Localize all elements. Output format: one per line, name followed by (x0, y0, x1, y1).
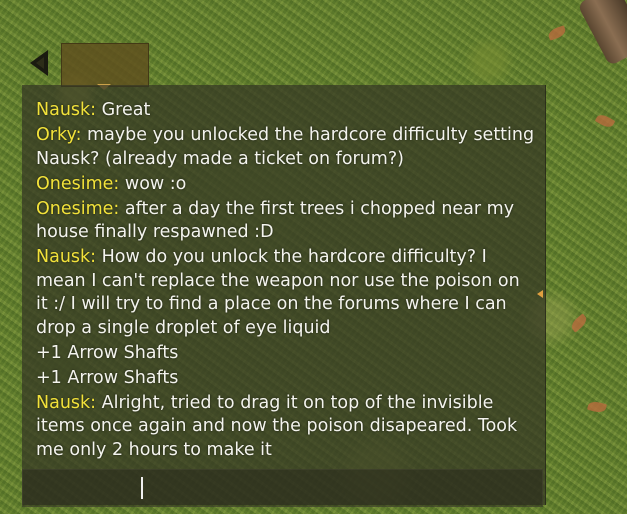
chat-sender-name: Onesime: (36, 198, 120, 219)
chat-message-text: Great (96, 100, 151, 120)
chat-sender-name: Orky: (36, 125, 82, 145)
chat-message-text: +1 Arrow Shafts (36, 367, 179, 388)
chat-message: Nausk: Alright, tried to drag it on top … (36, 392, 536, 463)
tree-trunk (577, 0, 627, 67)
chat-message-text: wow :o (119, 173, 187, 194)
chat-message: +1 Arrow Shafts (36, 342, 536, 366)
chat-message: Orky: maybe you unlocked the hardcore di… (36, 124, 536, 171)
chat-sender-name: Onesime: (36, 173, 120, 194)
chat-message-text: maybe you unlocked the hardcore difficul… (36, 125, 535, 169)
back-arrow-inner (36, 57, 44, 69)
chat-message: Nausk: How do you unlock the hardcore di… (36, 246, 536, 340)
chat-input-field[interactable] (22, 469, 543, 507)
chat-message-text: Alright, tried to drag it on top of the … (36, 392, 518, 460)
chat-message: Nausk: Great (36, 99, 536, 123)
leaf-decoration (546, 25, 568, 41)
chat-message-list: Nausk: Great Orky: maybe you unlocked the… (36, 99, 536, 464)
chat-message: Onesime: after a day the first trees i c… (36, 198, 536, 245)
leaf-decoration (587, 399, 607, 415)
chat-message-text: How do you unlock the hardcore difficult… (36, 247, 520, 338)
text-caret (141, 477, 143, 499)
chat-sender-name: Nausk: (36, 247, 97, 267)
chat-channel-tab[interactable] (61, 43, 149, 87)
chat-message: +1 Arrow Shafts (36, 367, 536, 391)
chat-panel: Nausk: Great Orky: maybe you unlocked the… (22, 85, 546, 505)
chat-sender-name: Nausk: (36, 392, 97, 413)
chat-message-text: +1 Arrow Shafts (36, 342, 179, 363)
leaf-decoration (594, 112, 616, 130)
chat-sender-name: Nausk: (36, 100, 97, 120)
scroll-marker-icon (537, 290, 543, 298)
leaf-decoration (568, 313, 590, 333)
chat-message: Onesime: wow :o (36, 173, 536, 197)
